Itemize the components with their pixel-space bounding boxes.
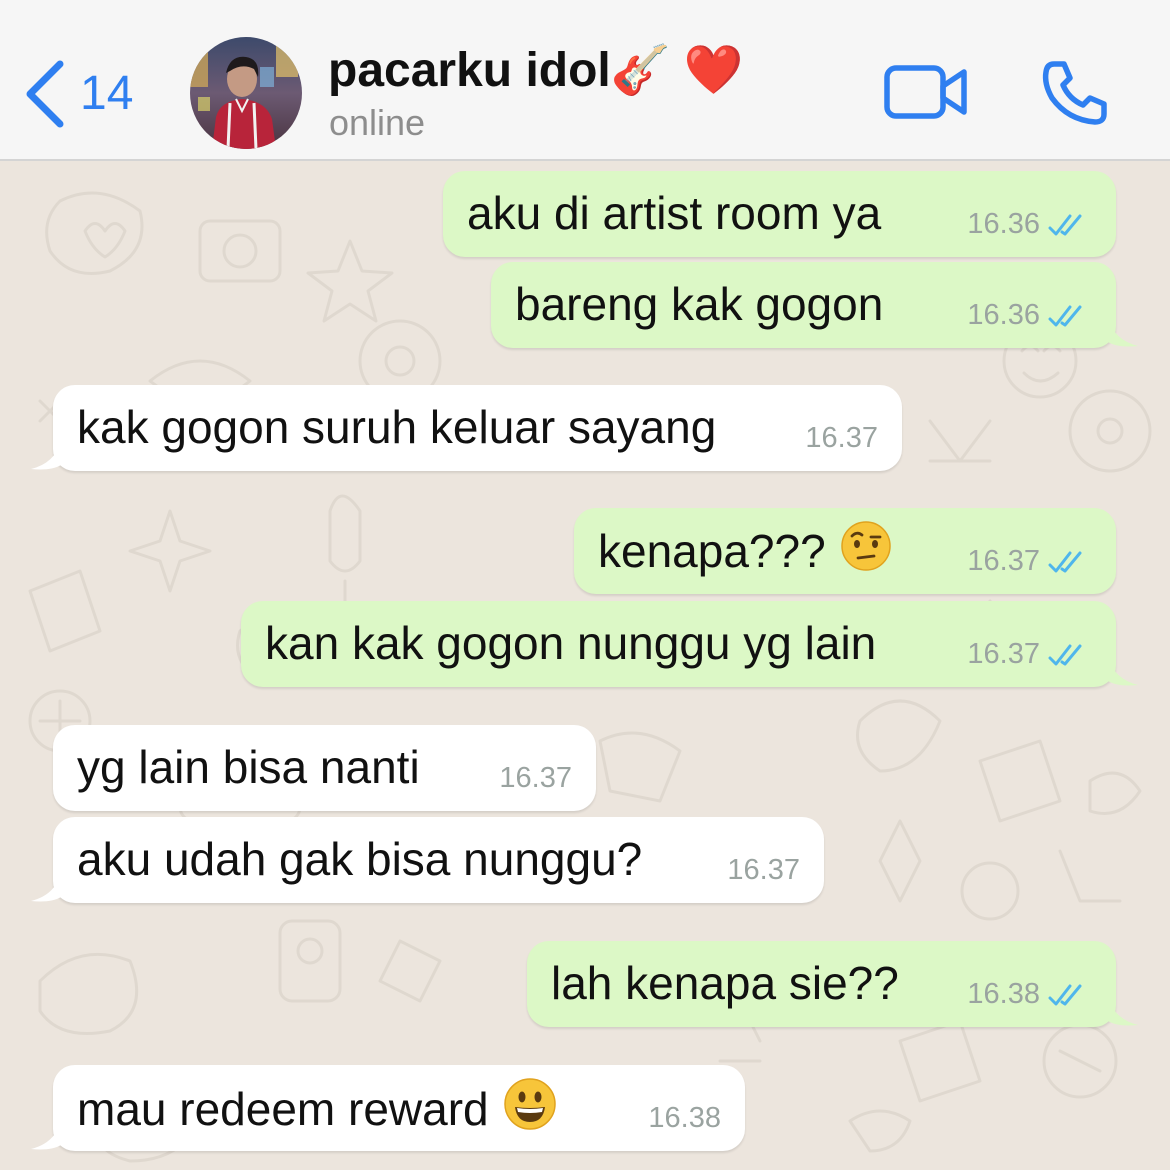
chat-area[interactable]: aku di artist room ya 16.36 bareng kak g… — [0, 161, 1170, 1170]
message-time: 16.37 — [967, 545, 1040, 577]
double-check-icon — [1048, 550, 1088, 581]
message-bubble-outgoing[interactable]: aku di artist room ya 16.36 — [443, 171, 1116, 257]
message-time: 16.37 — [967, 638, 1040, 670]
double-check-icon — [1048, 213, 1088, 244]
message-time: 16.37 — [499, 762, 572, 794]
message-text: aku udah gak bisa nunggu? — [77, 833, 643, 885]
message-text-content: mau redeem reward — [77, 1083, 489, 1136]
bubble-tail — [31, 441, 61, 470]
raised-eyebrow-emoji-icon — [840, 520, 892, 582]
message-text-content: kenapa??? — [598, 525, 826, 578]
phone-icon — [1040, 61, 1110, 132]
contact-status: online — [329, 102, 426, 143]
video-call-button[interactable] — [882, 62, 970, 127]
message-text: bareng kak gogon — [515, 278, 884, 330]
chat-header: 14 pacarku idol🎸 ❤️ online — [0, 0, 1170, 161]
double-check-icon — [1048, 643, 1088, 674]
message-bubble-incoming[interactable]: mau redeem reward 16.38 — [31, 1065, 745, 1151]
contact-name[interactable]: pacarku idol🎸 ❤️ — [328, 42, 744, 100]
message-bubble-incoming[interactable]: kak gogon suruh keluar sayang 16.37 — [31, 385, 902, 471]
message-bubble-incoming[interactable]: aku udah gak bisa nunggu? 16.37 — [31, 817, 824, 903]
bubble-tail — [31, 1121, 61, 1150]
message-bubble-outgoing[interactable]: lah kenapa sie?? 16.38 — [527, 941, 1138, 1027]
back-button[interactable]: 14 — [22, 56, 133, 132]
message-text: kan kak gogon nunggu yg lain — [265, 617, 877, 669]
message-time: 16.37 — [727, 854, 800, 886]
message-bubble-outgoing[interactable]: kan kak gogon nunggu yg lain 16.37 — [241, 601, 1138, 687]
message-text: kenapa??? — [598, 521, 892, 586]
message-time: 16.37 — [805, 422, 878, 454]
chevron-left-icon — [22, 59, 66, 129]
bubble-tail — [1108, 657, 1138, 686]
message-text: yg lain bisa nanti — [77, 741, 420, 793]
message-bubble-outgoing[interactable]: bareng kak gogon 16.36 — [491, 262, 1138, 348]
message-text: mau redeem reward — [77, 1078, 557, 1145]
message-text: kak gogon suruh keluar sayang — [77, 401, 717, 453]
message-time: 16.36 — [967, 208, 1040, 240]
unread-count: 14 — [80, 67, 134, 120]
bubble-tail — [1108, 997, 1138, 1026]
message-time: 16.36 — [967, 299, 1040, 331]
contact-avatar[interactable] — [190, 37, 302, 149]
bubble-tail — [1108, 318, 1138, 347]
bubble-tail — [31, 873, 61, 902]
video-camera-icon — [882, 65, 970, 126]
message-time: 16.38 — [648, 1102, 721, 1134]
message-bubble-outgoing[interactable]: kenapa??? 16.37 — [574, 508, 1116, 594]
message-bubble-incoming[interactable]: yg lain bisa nanti 16.37 — [53, 725, 596, 811]
double-check-icon — [1048, 304, 1088, 335]
double-check-icon — [1048, 983, 1088, 1014]
message-time: 16.38 — [967, 978, 1040, 1010]
voice-call-button[interactable] — [1040, 58, 1110, 133]
message-text: lah kenapa sie?? — [551, 957, 899, 1009]
message-text: aku di artist room ya — [467, 187, 882, 239]
grinning-face-emoji-icon — [503, 1077, 557, 1141]
